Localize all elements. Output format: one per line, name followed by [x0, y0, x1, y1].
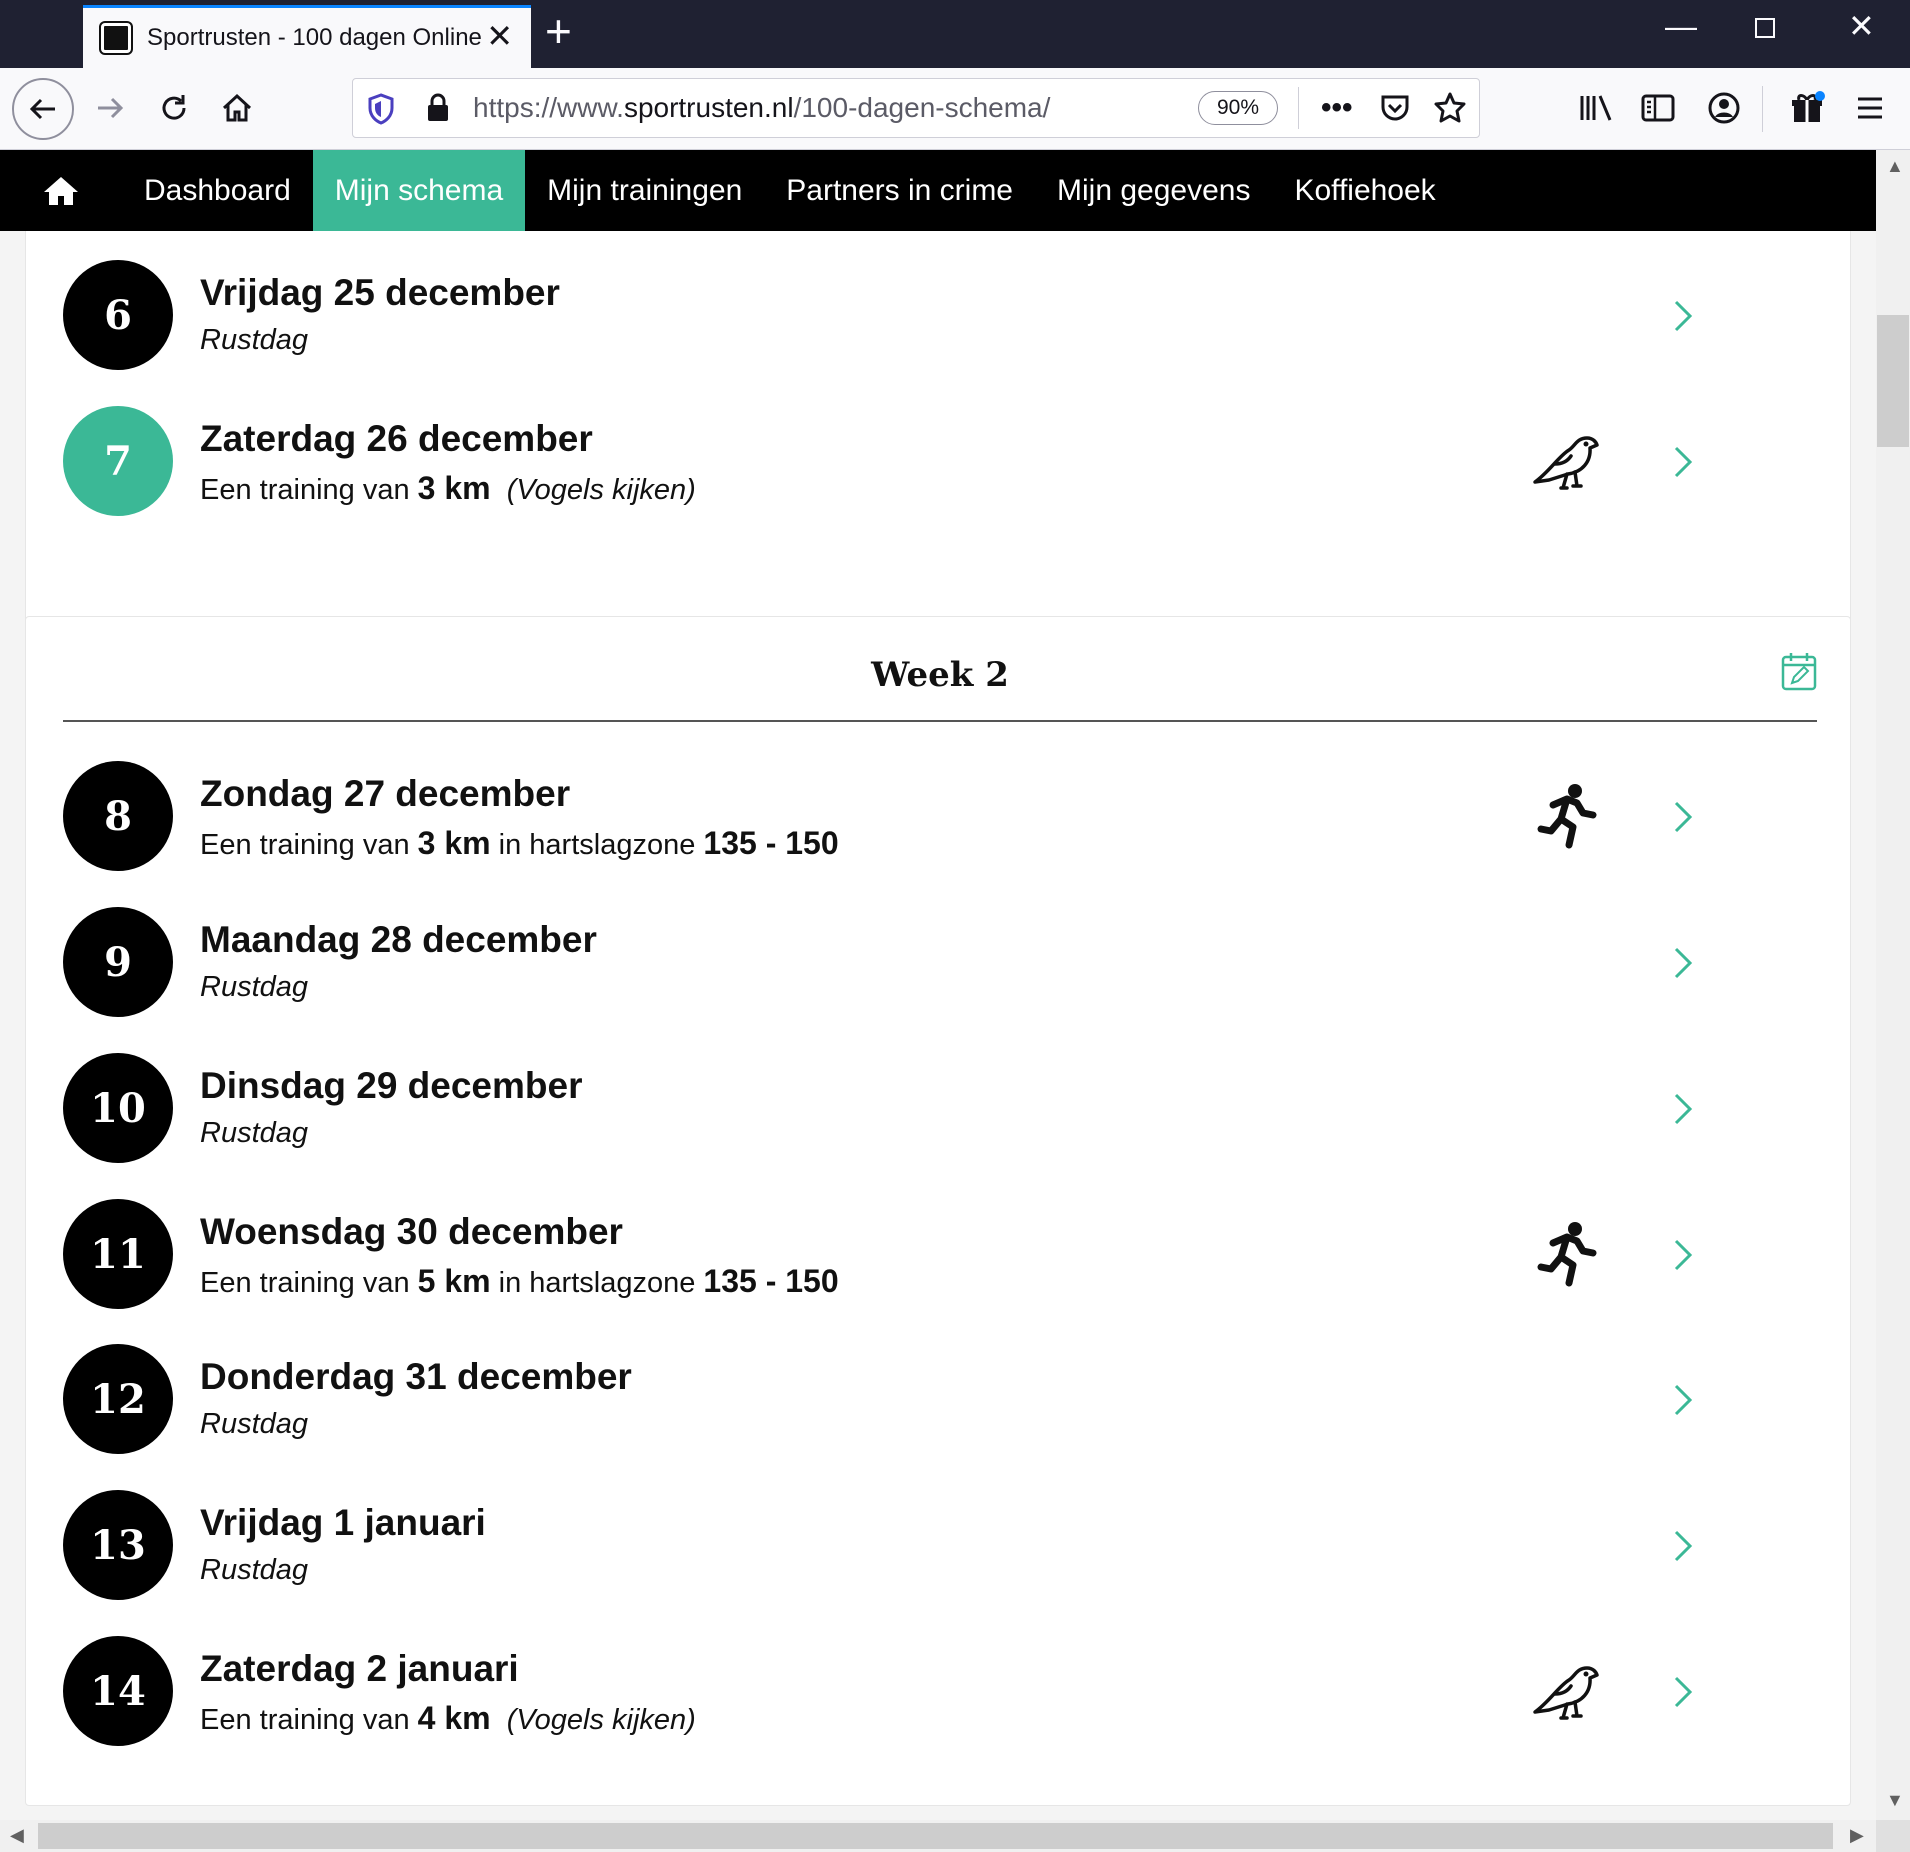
chevron-right-icon[interactable]: [1671, 1674, 1695, 1710]
week-title: Week 2: [871, 655, 1009, 695]
week-header: Week 2: [63, 617, 1817, 722]
sidebar-icon[interactable]: [1632, 82, 1684, 134]
home-icon[interactable]: [211, 82, 263, 134]
day-row-9[interactable]: 9 Maandag 28 december Rustdag: [63, 907, 1763, 1017]
tracking-shield-icon[interactable]: [367, 93, 395, 130]
day-title: Zaterdag 26 december: [200, 418, 593, 459]
day-description: Een training van 5 km in hartslagzone 13…: [200, 1263, 839, 1299]
day-title: Donderdag 31 december: [200, 1356, 632, 1397]
day-title: Zondag 27 december: [200, 773, 571, 814]
day-number: 6: [63, 260, 173, 370]
scroll-left-icon[interactable]: ◀: [10, 1825, 24, 1846]
day-row-10[interactable]: 10 Dinsdag 29 december Rustdag: [63, 1053, 1763, 1163]
new-tab-icon[interactable]: +: [545, 8, 572, 54]
chevron-right-icon[interactable]: [1671, 444, 1695, 480]
chevron-right-icon[interactable]: [1671, 799, 1695, 835]
day-number: 14: [63, 1636, 173, 1746]
bird-icon: [1533, 436, 1599, 490]
day-row-7[interactable]: 7 Zaterdag 26 december Een training van …: [63, 406, 1763, 516]
window-close-icon[interactable]: ✕: [1848, 10, 1875, 42]
tab-close-icon[interactable]: ✕: [486, 20, 513, 52]
day-title: Vrijdag 25 december: [200, 272, 560, 313]
site-navigation: Dashboard Mijn schema Mijn trainingen Pa…: [0, 150, 1876, 231]
day-description: Rustdag: [200, 971, 309, 1003]
runner-icon: [1537, 784, 1597, 849]
account-icon[interactable]: [1698, 82, 1750, 134]
maximize-icon[interactable]: [1755, 18, 1775, 38]
day-row-8[interactable]: 8 Zondag 27 december Een training van 3 …: [63, 761, 1763, 871]
url-bar[interactable]: https://www.sportrusten.nl/100-dagen-sch…: [352, 78, 1480, 138]
hamburger-menu-icon[interactable]: [1844, 82, 1896, 134]
day-title: Maandag 28 december: [200, 919, 597, 960]
day-number: 11: [63, 1199, 173, 1309]
day-description: Rustdag: [200, 1117, 309, 1149]
week-2-card: Week 2 8 Zondag 27 december Een training…: [25, 616, 1851, 1806]
library-icon[interactable]: [1570, 82, 1622, 134]
lock-icon[interactable]: [425, 93, 451, 128]
site-favicon-icon: [101, 23, 131, 53]
day-row-12[interactable]: 12 Donderdag 31 december Rustdag: [63, 1344, 1763, 1454]
day-number: 12: [63, 1344, 173, 1454]
day-description: Een training van 4 km (Vogels kijken): [200, 1700, 696, 1736]
chevron-right-icon[interactable]: [1671, 1382, 1695, 1418]
day-row-6[interactable]: 6 Vrijdag 25 december Rustdag: [63, 260, 1763, 370]
page-actions-menu-icon[interactable]: •••: [1321, 91, 1353, 125]
day-number: 9: [63, 907, 173, 1017]
minimize-icon[interactable]: —: [1665, 10, 1697, 42]
tab-title: Sportrusten - 100 dagen Online: [147, 24, 482, 51]
day-title: Zaterdag 2 januari: [200, 1648, 519, 1689]
scroll-up-icon[interactable]: ▲: [1886, 156, 1904, 177]
scroll-down-icon[interactable]: ▼: [1886, 1790, 1904, 1811]
vertical-scrollbar-thumb[interactable]: [1877, 315, 1909, 447]
bird-icon: [1533, 1666, 1599, 1720]
whats-new-gift-icon[interactable]: [1782, 82, 1834, 134]
chevron-right-icon[interactable]: [1671, 1237, 1695, 1273]
day-row-13[interactable]: 13 Vrijdag 1 januari Rustdag: [63, 1490, 1763, 1600]
zoom-level-badge[interactable]: 90%: [1198, 91, 1278, 125]
url-text[interactable]: https://www.sportrusten.nl/100-dagen-sch…: [473, 92, 1050, 124]
pocket-icon[interactable]: [1378, 91, 1412, 130]
nav-koffiehoek[interactable]: Koffiehoek: [1272, 150, 1457, 231]
chevron-right-icon[interactable]: [1671, 1528, 1695, 1564]
calendar-edit-icon[interactable]: [1781, 651, 1817, 691]
nav-mijn-gegevens[interactable]: Mijn gegevens: [1035, 150, 1272, 231]
scrollbar-corner: [1876, 1820, 1910, 1852]
browser-tab[interactable]: Sportrusten - 100 dagen Online ✕: [83, 5, 531, 68]
day-description: Rustdag: [200, 324, 309, 356]
day-title: Vrijdag 1 januari: [200, 1502, 486, 1543]
nav-partners-in-crime[interactable]: Partners in crime: [764, 150, 1035, 231]
reload-icon[interactable]: [148, 82, 200, 134]
nav-mijn-trainingen[interactable]: Mijn trainingen: [525, 150, 764, 231]
page-content: 6 Vrijdag 25 december Rustdag 7 Zaterdag…: [0, 231, 1876, 1820]
day-title: Dinsdag 29 december: [200, 1065, 583, 1106]
chevron-right-icon[interactable]: [1671, 1091, 1695, 1127]
bookmark-star-icon[interactable]: [1433, 91, 1467, 130]
site-home-icon[interactable]: [0, 150, 122, 231]
day-description: Rustdag: [200, 1408, 309, 1440]
day-number: 13: [63, 1490, 173, 1600]
scroll-right-icon[interactable]: ▶: [1850, 1825, 1864, 1846]
day-number: 10: [63, 1053, 173, 1163]
day-number: 8: [63, 761, 173, 871]
day-row-11[interactable]: 11 Woensdag 30 december Een training van…: [63, 1199, 1763, 1309]
nav-mijn-schema[interactable]: Mijn schema: [312, 150, 526, 231]
horizontal-scrollbar[interactable]: ◀ ▶: [0, 1820, 1876, 1852]
day-description: Een training van 3 km (Vogels kijken): [200, 470, 696, 506]
day-row-14[interactable]: 14 Zaterdag 2 januari Een training van 4…: [63, 1636, 1763, 1746]
back-arrow-icon[interactable]: [12, 78, 74, 140]
horizontal-scrollbar-thumb[interactable]: [38, 1823, 1833, 1849]
day-description: Een training van 3 km in hartslagzone 13…: [200, 825, 839, 861]
runner-icon: [1537, 1222, 1597, 1287]
nav-dashboard[interactable]: Dashboard: [122, 150, 313, 231]
browser-tabbar: Sportrusten - 100 dagen Online ✕ + — ✕: [0, 0, 1910, 68]
forward-arrow-icon[interactable]: [84, 82, 136, 134]
vertical-scrollbar[interactable]: ▲ ▼: [1876, 150, 1910, 1820]
chevron-right-icon[interactable]: [1671, 945, 1695, 981]
day-title: Woensdag 30 december: [200, 1211, 623, 1252]
browser-toolbar: https://www.sportrusten.nl/100-dagen-sch…: [0, 68, 1910, 150]
day-description: Rustdag: [200, 1554, 309, 1586]
chevron-right-icon[interactable]: [1671, 298, 1695, 334]
day-number: 7: [63, 406, 173, 516]
